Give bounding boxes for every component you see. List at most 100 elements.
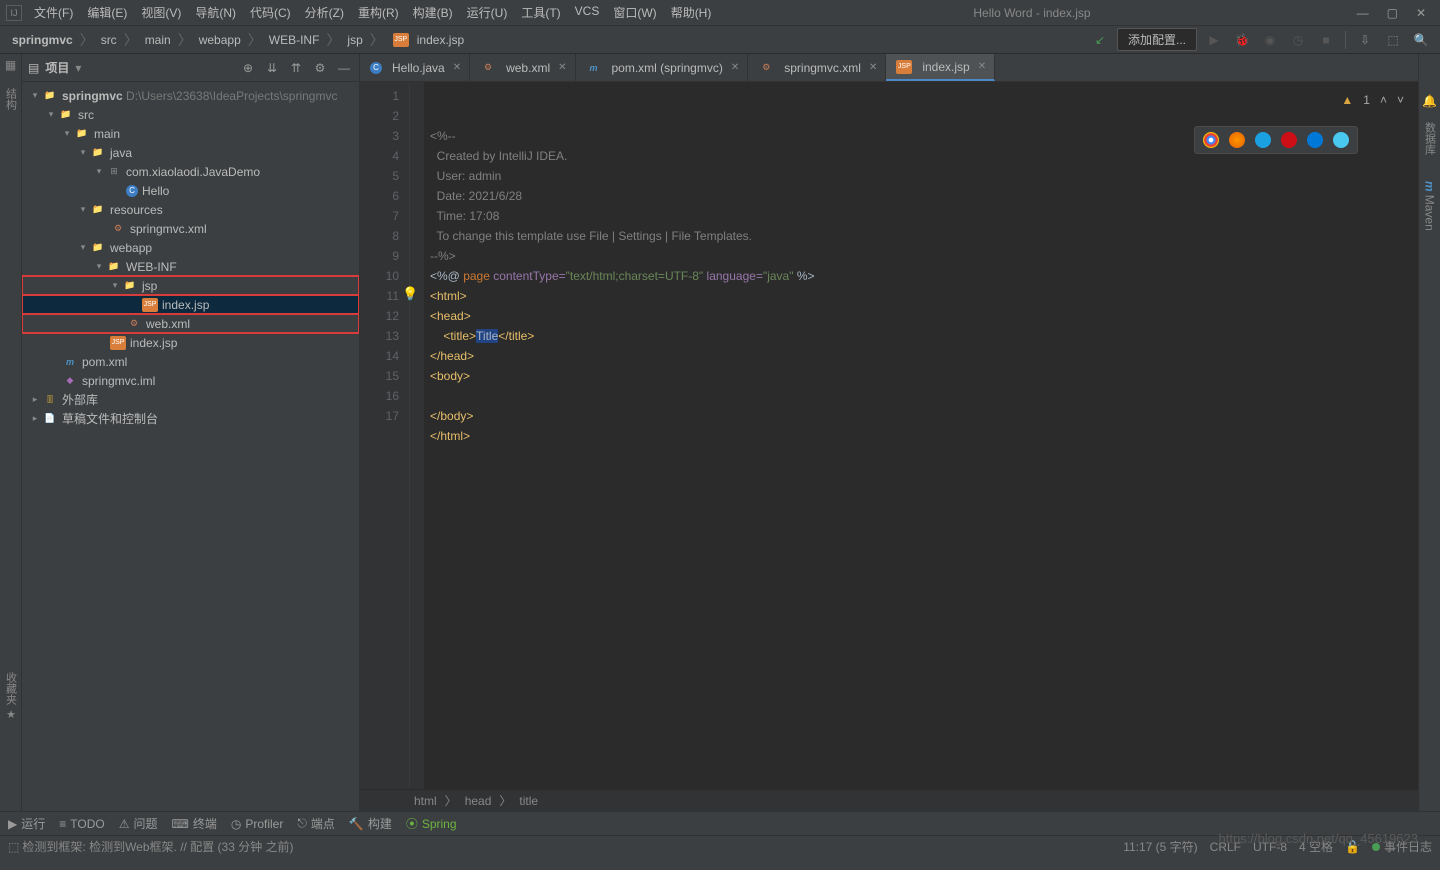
minimize-icon[interactable]: — (1357, 6, 1369, 20)
menu-edit[interactable]: 编辑(E) (81, 2, 133, 23)
code-editor[interactable]: ▲1 ˄ ˅ 1234567891011121314151617 💡 <%-- … (360, 82, 1418, 789)
crumb-jsp[interactable]: jsp (343, 31, 366, 49)
prev-highlight-icon[interactable]: ˄ (1380, 90, 1387, 110)
project-tool-button[interactable]: ▦ (5, 58, 16, 72)
locate-icon[interactable]: ⊕ (239, 61, 257, 75)
editor-crumb[interactable]: html (414, 794, 437, 808)
todo-tool-button[interactable]: ≡ TODO (59, 817, 104, 831)
chrome-icon[interactable] (1203, 132, 1219, 148)
close-icon[interactable]: ✕ (1416, 6, 1426, 20)
tree-root[interactable]: ▾📁springmvc D:\Users\23638\IdeaProjects\… (22, 86, 359, 105)
tab-web-xml[interactable]: ⚙web.xml✕ (470, 54, 575, 81)
tree-external-libs[interactable]: ▸⫿⫿外部库 (22, 390, 359, 409)
run-config-select[interactable]: 添加配置... (1117, 28, 1197, 51)
menu-vcs[interactable]: VCS (569, 2, 606, 23)
warning-icon[interactable]: ▲ (1341, 90, 1353, 110)
tree-hello-class[interactable]: CHello (22, 181, 359, 200)
status-message[interactable]: 检测到框架: 检测到Web框架. // 配置 (33 分钟 之前) (22, 838, 293, 855)
database-tool-button[interactable]: 数据库 (1422, 122, 1438, 155)
menu-code[interactable]: 代码(C) (244, 2, 297, 23)
profile-icon[interactable]: ◷ (1287, 29, 1309, 51)
safari-icon[interactable] (1255, 132, 1271, 148)
breadcrumb: springmvc〉 src〉 main〉 webapp〉 WEB-INF〉 j… (8, 30, 468, 50)
menu-tools[interactable]: 工具(T) (515, 2, 566, 23)
editor-crumb[interactable]: title (519, 794, 538, 808)
tree-main[interactable]: ▾📁main (22, 124, 359, 143)
menu-help[interactable]: 帮助(H) (665, 2, 718, 23)
settings-icon[interactable]: ⚙ (311, 61, 329, 75)
tree-resources[interactable]: ▾📁resources (22, 200, 359, 219)
menu-window[interactable]: 窗口(W) (607, 2, 662, 23)
tab-close-icon[interactable]: ✕ (558, 62, 566, 73)
tab-index-jsp[interactable]: JSPindex.jsp✕ (886, 54, 995, 81)
notifications-icon[interactable]: 🔔 (1422, 94, 1437, 108)
favorites-tool-button[interactable]: 收藏夹 ★ (3, 672, 19, 721)
collapse-all-icon[interactable]: ⇈ (287, 61, 305, 75)
tree-web-xml[interactable]: ⚙web.xml (22, 314, 359, 333)
tab-close-icon[interactable]: ✕ (978, 61, 986, 72)
crumb-main[interactable]: main (141, 31, 175, 49)
menu-file[interactable]: 文件(F) (28, 2, 79, 23)
crumb-project[interactable]: springmvc (8, 31, 77, 49)
menu-navigate[interactable]: 导航(N) (189, 2, 242, 23)
maximize-icon[interactable]: ▢ (1387, 6, 1398, 20)
tree-src[interactable]: ▾📁src (22, 105, 359, 124)
coverage-icon[interactable]: ◉ (1259, 29, 1281, 51)
menu-build[interactable]: 构建(B) (407, 2, 459, 23)
project-view-dropdown[interactable]: ▾ (75, 61, 81, 75)
menu-view[interactable]: 视图(V) (135, 2, 187, 23)
vcs-update-icon[interactable]: ⇩ (1354, 29, 1376, 51)
tab-close-icon[interactable]: ✕ (731, 62, 739, 73)
tree-webapp[interactable]: ▾📁webapp (22, 238, 359, 257)
crumb-file[interactable]: JSPindex.jsp (387, 31, 468, 49)
menu-analyze[interactable]: 分析(Z) (299, 2, 350, 23)
tree-jsp-folder[interactable]: ▾📁jsp (22, 276, 359, 295)
endpoints-tool-button[interactable]: ⎋ 端点 (297, 815, 335, 832)
status-icon[interactable]: ⬚ (8, 840, 19, 854)
build-icon[interactable]: ↙ (1089, 29, 1111, 51)
tab-pom-xml[interactable]: mpom.xml (springmvc)✕ (576, 54, 749, 81)
expand-all-icon[interactable]: ⇊ (263, 61, 281, 75)
crumb-src[interactable]: src (97, 31, 121, 49)
menu-run[interactable]: 运行(U) (461, 2, 514, 23)
ie-icon[interactable] (1307, 132, 1323, 148)
problems-tool-button[interactable]: ⚠ 问题 (119, 815, 158, 832)
caret-position[interactable]: 11:17 (5 字符) (1123, 838, 1197, 855)
run-tool-button[interactable]: ▶ 运行 (8, 815, 45, 832)
editor-crumb[interactable]: head (465, 794, 492, 808)
tab-hello-java[interactable]: CHello.java✕ (360, 54, 470, 81)
stop-icon[interactable]: ■ (1315, 29, 1337, 51)
tree-package[interactable]: ▾⊞com.xiaolaodi.JavaDemo (22, 162, 359, 181)
spring-tool-button[interactable]: ⦿ Spring (406, 815, 457, 832)
firefox-icon[interactable] (1229, 132, 1245, 148)
hide-panel-icon[interactable]: — (335, 61, 353, 75)
opera-icon[interactable] (1281, 132, 1297, 148)
debug-icon[interactable]: 🐞 (1231, 29, 1253, 51)
profiler-tool-button[interactable]: ◷ Profiler (231, 817, 284, 831)
tree-scratches[interactable]: ▸📄草稿文件和控制台 (22, 409, 359, 428)
build-tool-button[interactable]: 🔨 构建 (349, 815, 392, 832)
tree-index-jsp[interactable]: JSPindex.jsp (22, 295, 359, 314)
structure-tool-button[interactable]: 结构 (3, 88, 19, 110)
tab-close-icon[interactable]: ✕ (869, 62, 877, 73)
terminal-tool-button[interactable]: ⌨ 终端 (172, 815, 217, 832)
open-in-browser-popup (1194, 126, 1358, 154)
crumb-webinf[interactable]: WEB-INF (265, 31, 324, 49)
menu-refactor[interactable]: 重构(R) (352, 2, 405, 23)
tree-webinf[interactable]: ▾📁WEB-INF (22, 257, 359, 276)
run-icon[interactable]: ▶ (1203, 29, 1225, 51)
tree-springmvc-xml[interactable]: ⚙springmvc.xml (22, 219, 359, 238)
tree-pom[interactable]: mpom.xml (22, 352, 359, 371)
intention-bulb-icon[interactable]: 💡 (402, 284, 418, 304)
vcs-commit-icon[interactable]: ⬚ (1382, 29, 1404, 51)
search-icon[interactable]: 🔍 (1410, 29, 1432, 51)
crumb-webapp[interactable]: webapp (195, 31, 245, 49)
tab-springmvc-xml[interactable]: ⚙springmvc.xml✕ (748, 54, 886, 81)
tree-java[interactable]: ▾📁java (22, 143, 359, 162)
tree-iml[interactable]: ◆springmvc.iml (22, 371, 359, 390)
tab-close-icon[interactable]: ✕ (453, 62, 461, 73)
edge-icon[interactable] (1333, 132, 1349, 148)
tree-index-jsp-outer[interactable]: JSPindex.jsp (22, 333, 359, 352)
maven-tool-button[interactable]: m Maven (1423, 181, 1437, 231)
next-highlight-icon[interactable]: ˅ (1397, 90, 1404, 110)
